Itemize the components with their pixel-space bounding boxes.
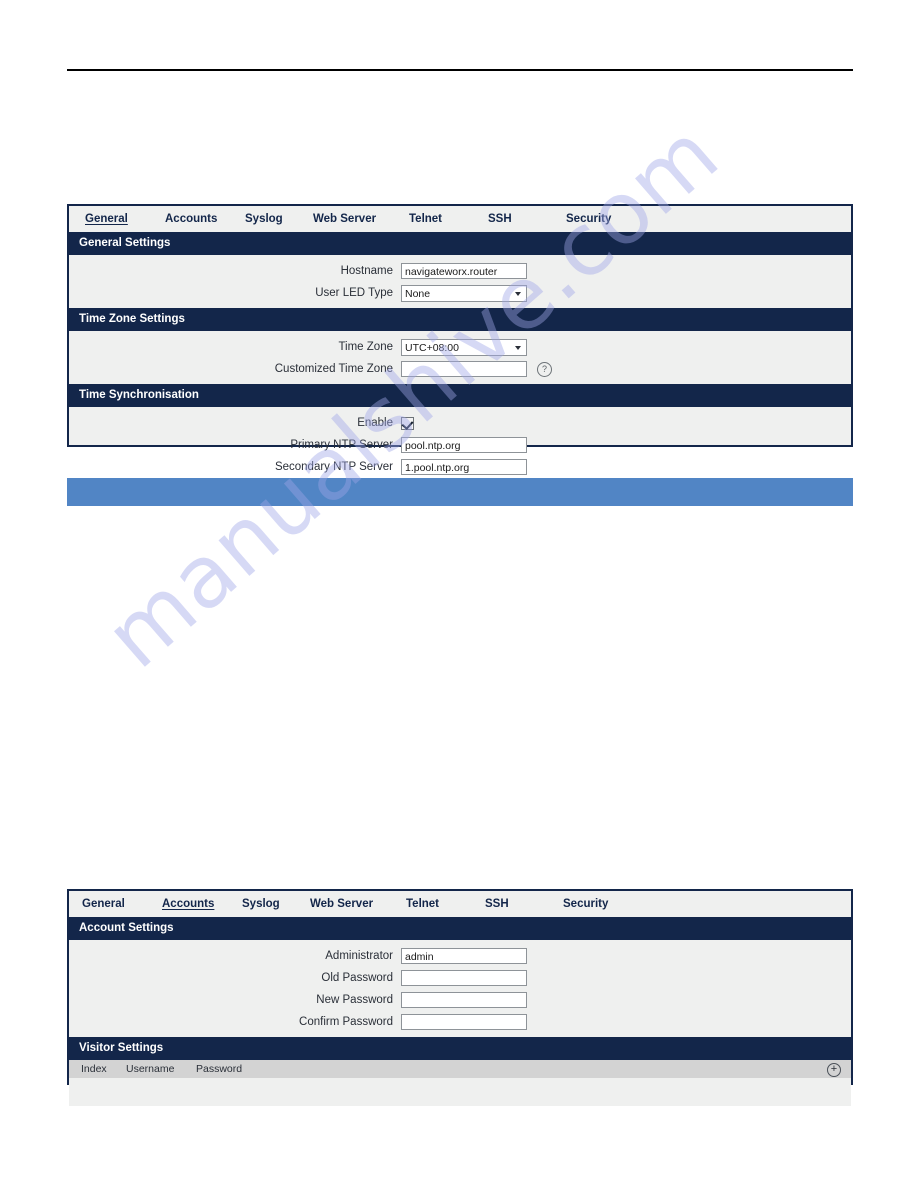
section-header-time-synchronisation: Time Synchronisation bbox=[69, 384, 851, 407]
tab-web-server[interactable]: Web Server bbox=[310, 891, 406, 917]
plus-circle-icon[interactable]: + bbox=[827, 1063, 841, 1077]
enable-checkbox[interactable] bbox=[401, 416, 414, 430]
primary-ntp-server-input[interactable]: pool.ntp.org bbox=[401, 437, 527, 453]
field-row-user-led-type: User LED Type None bbox=[69, 282, 851, 304]
user-led-type-value: None bbox=[405, 287, 431, 300]
time-synchronisation-fields: Enable Primary NTP Server pool.ntp.org S… bbox=[69, 407, 851, 482]
tab-general[interactable]: General bbox=[85, 206, 165, 232]
tab-syslog[interactable]: Syslog bbox=[245, 206, 313, 232]
tab-security[interactable]: Security bbox=[563, 891, 643, 917]
section-divider-bar bbox=[67, 478, 853, 506]
secondary-ntp-server-input[interactable]: 1.pool.ntp.org bbox=[401, 459, 527, 475]
tab-security[interactable]: Security bbox=[566, 206, 646, 232]
chevron-down-icon bbox=[515, 345, 521, 350]
field-row-primary-ntp-server: Primary NTP Server pool.ntp.org bbox=[69, 434, 851, 456]
tab-general[interactable]: General bbox=[82, 891, 162, 917]
column-header-password: Password bbox=[196, 1063, 243, 1075]
time-zone-select[interactable]: UTC+08:00 bbox=[401, 338, 527, 356]
tab-web-server[interactable]: Web Server bbox=[313, 206, 409, 232]
user-led-type-select[interactable]: None bbox=[401, 284, 527, 302]
primary-ntp-server-label: Primary NTP Server bbox=[290, 439, 393, 451]
secondary-ntp-server-label: Secondary NTP Server bbox=[274, 461, 393, 473]
column-header-index: Index bbox=[81, 1063, 107, 1075]
field-row-hostname: Hostname navigateworx.router bbox=[69, 260, 851, 282]
section-header-general-settings: General Settings bbox=[69, 232, 851, 255]
visitor-settings-table-body bbox=[69, 1078, 851, 1106]
field-row-administrator: Administrator admin bbox=[69, 945, 851, 967]
confirm-password-label: Confirm Password bbox=[299, 1016, 393, 1028]
field-row-secondary-ntp-server: Secondary NTP Server 1.pool.ntp.org bbox=[69, 456, 851, 478]
field-row-old-password: Old Password bbox=[69, 967, 851, 989]
user-led-type-label: User LED Type bbox=[315, 287, 393, 299]
new-password-label: New Password bbox=[316, 994, 393, 1006]
customized-time-zone-input[interactable] bbox=[401, 361, 527, 377]
field-row-new-password: New Password bbox=[69, 989, 851, 1011]
router-config-panel-general: General Accounts Syslog Web Server Telne… bbox=[67, 204, 853, 475]
visitor-settings-table-header: Index Username Password + bbox=[69, 1060, 851, 1078]
chevron-down-icon bbox=[515, 291, 521, 296]
tab-bar-general: General Accounts Syslog Web Server Telne… bbox=[69, 206, 851, 232]
old-password-label: Old Password bbox=[321, 972, 393, 984]
tab-syslog[interactable]: Syslog bbox=[242, 891, 310, 917]
time-zone-settings-fields: Time Zone UTC+08:00 Customized Time Zone… bbox=[69, 331, 851, 384]
section-header-visitor-settings: Visitor Settings bbox=[69, 1037, 851, 1060]
help-icon[interactable]: ? bbox=[537, 361, 552, 377]
confirm-password-input[interactable] bbox=[401, 1014, 527, 1030]
hostname-input[interactable]: navigateworx.router bbox=[401, 263, 527, 279]
field-row-customized-time-zone: Customized Time Zone ? bbox=[69, 358, 851, 380]
field-row-confirm-password: Confirm Password bbox=[69, 1011, 851, 1033]
new-password-input[interactable] bbox=[401, 992, 527, 1008]
tab-bar-accounts: General Accounts Syslog Web Server Telne… bbox=[69, 891, 851, 917]
column-header-username: Username bbox=[126, 1063, 175, 1075]
administrator-input[interactable]: admin bbox=[401, 948, 527, 964]
general-settings-fields: Hostname navigateworx.router User LED Ty… bbox=[69, 255, 851, 308]
tab-ssh[interactable]: SSH bbox=[485, 891, 563, 917]
tab-accounts[interactable]: Accounts bbox=[165, 206, 245, 232]
account-settings-fields: Administrator admin Old Password New Pas… bbox=[69, 940, 851, 1037]
field-row-enable: Enable bbox=[69, 412, 851, 434]
administrator-label: Administrator bbox=[325, 950, 393, 962]
hostname-label: Hostname bbox=[340, 265, 393, 277]
enable-label: Enable bbox=[357, 417, 393, 429]
tab-accounts[interactable]: Accounts bbox=[162, 891, 242, 917]
section-header-account-settings: Account Settings bbox=[69, 917, 851, 940]
tab-telnet[interactable]: Telnet bbox=[406, 891, 485, 917]
section-header-time-zone-settings: Time Zone Settings bbox=[69, 308, 851, 331]
customized-time-zone-label: Customized Time Zone bbox=[274, 363, 393, 375]
time-zone-label: Time Zone bbox=[338, 341, 393, 353]
router-config-panel-accounts: General Accounts Syslog Web Server Telne… bbox=[67, 889, 853, 1106]
tab-telnet[interactable]: Telnet bbox=[409, 206, 488, 232]
time-zone-value: UTC+08:00 bbox=[405, 341, 459, 354]
old-password-input[interactable] bbox=[401, 970, 527, 986]
field-row-time-zone: Time Zone UTC+08:00 bbox=[69, 336, 851, 358]
tab-ssh[interactable]: SSH bbox=[488, 206, 566, 232]
page-header-rule bbox=[67, 69, 853, 71]
